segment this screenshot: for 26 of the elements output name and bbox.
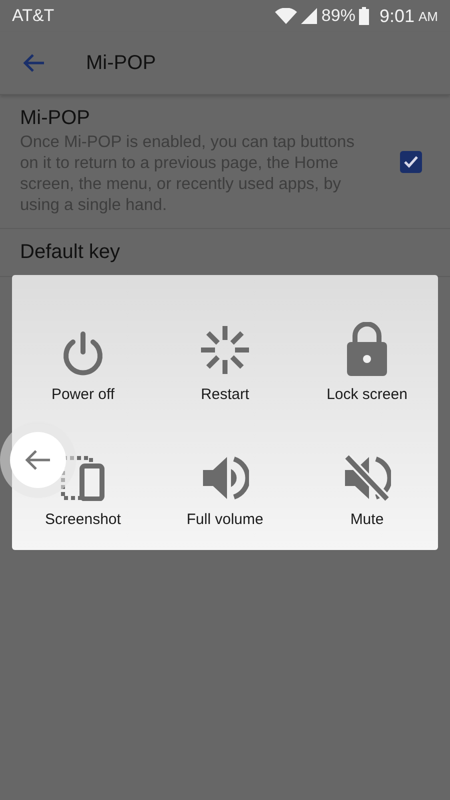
back-arrow-icon bbox=[24, 448, 52, 472]
screen-title: Mi-POP bbox=[86, 52, 156, 74]
setting-title: Mi-POP bbox=[20, 107, 91, 130]
loading-spinner-icon bbox=[199, 324, 251, 376]
clock-time: 9:01 bbox=[379, 6, 414, 26]
action-button[interactable]: Lock screen bbox=[296, 291, 438, 412]
lock-icon bbox=[346, 322, 388, 376]
speaker-icon bbox=[201, 455, 249, 501]
signal-icon bbox=[301, 8, 318, 24]
carrier-name: AT&T bbox=[12, 6, 56, 26]
check-icon bbox=[404, 156, 418, 168]
wifi-icon bbox=[275, 8, 298, 24]
action-button[interactable]: Restart bbox=[154, 291, 296, 412]
action-button[interactable]: Mute bbox=[296, 412, 438, 534]
screenshot-icon bbox=[60, 455, 106, 501]
power-icon bbox=[61, 330, 105, 376]
battery-percent: 89% bbox=[321, 6, 356, 26]
back-button[interactable] bbox=[22, 53, 46, 73]
battery-icon bbox=[359, 7, 370, 25]
checkbox[interactable] bbox=[400, 150, 422, 172]
action-button[interactable]: Full volume bbox=[154, 412, 296, 534]
setting-title: Default key bbox=[20, 241, 122, 264]
clock-period: AM bbox=[418, 8, 438, 24]
muted-speaker-icon bbox=[343, 455, 391, 501]
action-button[interactable]: Power off bbox=[12, 291, 154, 412]
action-button[interactable]: Screenshot bbox=[12, 412, 154, 534]
